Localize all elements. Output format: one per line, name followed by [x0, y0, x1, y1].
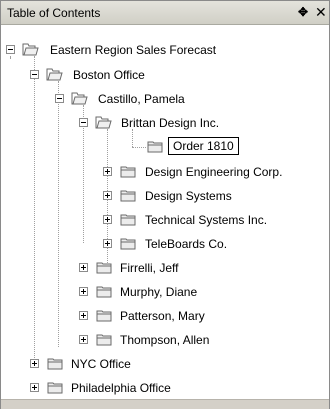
tree-node-technical-systems[interactable]: Technical Systems Inc. — [103, 211, 323, 229]
pin-icon[interactable]: ✥ — [298, 5, 308, 19]
closed-folder-icon — [96, 261, 113, 274]
closed-folder-icon — [147, 140, 164, 153]
expand-icon[interactable] — [103, 191, 112, 200]
expand-icon[interactable] — [103, 239, 112, 248]
tree-node-firrelli-jeff[interactable]: Firrelli, Jeff — [79, 259, 279, 277]
tree-node-root[interactable]: Eastern Region Sales Forecast — [6, 41, 266, 59]
tree-node-label: Thompson, Allen — [120, 333, 210, 347]
tree-node-label: TeleBoards Co. — [145, 237, 228, 251]
tree-node-patterson-mary[interactable]: Patterson, Mary — [79, 307, 279, 325]
collapse-icon[interactable] — [79, 118, 88, 127]
panel-bottom-edge — [1, 399, 329, 409]
tree-node-label: Technical Systems Inc. — [145, 213, 268, 227]
expand-icon[interactable] — [30, 359, 39, 368]
tree-node-thompson-allen[interactable]: Thompson, Allen — [79, 331, 279, 349]
open-folder-icon — [22, 43, 39, 56]
tree-node-label: Design Engineering Corp. — [145, 165, 283, 179]
tree-node-order-1810[interactable]: Order 1810 — [147, 137, 257, 157]
tree-node-brittan-design[interactable]: Brittan Design Inc. — [79, 114, 279, 132]
closed-folder-icon — [96, 285, 113, 298]
tree-node-label: Murphy, Diane — [120, 285, 198, 299]
tree-node-philadelphia-office[interactable]: Philadelphia Office — [30, 379, 230, 397]
tree-node-label: Castillo, Pamela — [98, 92, 185, 106]
expand-icon[interactable] — [79, 311, 88, 320]
tree-node-boston-office[interactable]: Boston Office — [30, 66, 230, 84]
expand-icon[interactable] — [103, 215, 112, 224]
tree-node-label: Boston Office — [73, 68, 145, 82]
closed-folder-icon — [120, 213, 137, 226]
collapse-icon[interactable] — [55, 94, 64, 103]
tree-node-murphy-diane[interactable]: Murphy, Diane — [79, 283, 279, 301]
tree-node-castillo-pamela[interactable]: Castillo, Pamela — [55, 90, 255, 108]
open-folder-icon — [95, 116, 112, 129]
tree-connector — [132, 147, 146, 148]
tree-node-label: Design Systems — [145, 189, 232, 203]
expand-icon[interactable] — [79, 287, 88, 296]
tree-node-label: Brittan Design Inc. — [121, 116, 220, 130]
tree-node-label: Philadelphia Office — [71, 381, 171, 395]
expand-icon[interactable] — [30, 383, 39, 392]
close-icon[interactable]: ✕ — [315, 5, 327, 19]
panel-titlebar: Table of Contents ✥ ✕ — [1, 1, 329, 25]
closed-folder-icon — [120, 165, 137, 178]
tree-node-label: Eastern Region Sales Forecast — [50, 43, 217, 57]
closed-folder-icon — [96, 333, 113, 346]
tree-node-nyc-office[interactable]: NYC Office — [30, 355, 230, 373]
closed-folder-icon — [120, 237, 137, 250]
tree-node-label-selected: Order 1810 — [168, 137, 239, 155]
collapse-icon[interactable] — [30, 70, 39, 79]
closed-folder-icon — [47, 381, 64, 394]
expand-icon[interactable] — [103, 167, 112, 176]
tree-node-label: Patterson, Mary — [120, 309, 205, 323]
open-folder-icon — [46, 68, 63, 81]
table-of-contents-panel: Table of Contents ✥ ✕ Eastern Region Sal… — [0, 0, 330, 409]
tree-node-design-systems[interactable]: Design Systems — [103, 187, 303, 205]
collapse-icon[interactable] — [6, 45, 15, 54]
tree-node-teleboards[interactable]: TeleBoards Co. — [103, 235, 303, 253]
tree-node-label: NYC Office — [71, 357, 131, 371]
closed-folder-icon — [96, 309, 113, 322]
tree-connector — [58, 81, 59, 347]
panel-title: Table of Contents — [7, 6, 101, 20]
tree-node-design-engineering[interactable]: Design Engineering Corp. — [103, 163, 323, 181]
expand-icon[interactable] — [79, 335, 88, 344]
closed-folder-icon — [120, 189, 137, 202]
open-folder-icon — [71, 92, 88, 105]
expand-icon[interactable] — [79, 263, 88, 272]
toc-tree: Eastern Region Sales Forecast Boston Off… — [1, 25, 329, 395]
tree-node-label: Firrelli, Jeff — [120, 261, 179, 275]
closed-folder-icon — [47, 357, 64, 370]
tree-connector — [34, 56, 35, 366]
